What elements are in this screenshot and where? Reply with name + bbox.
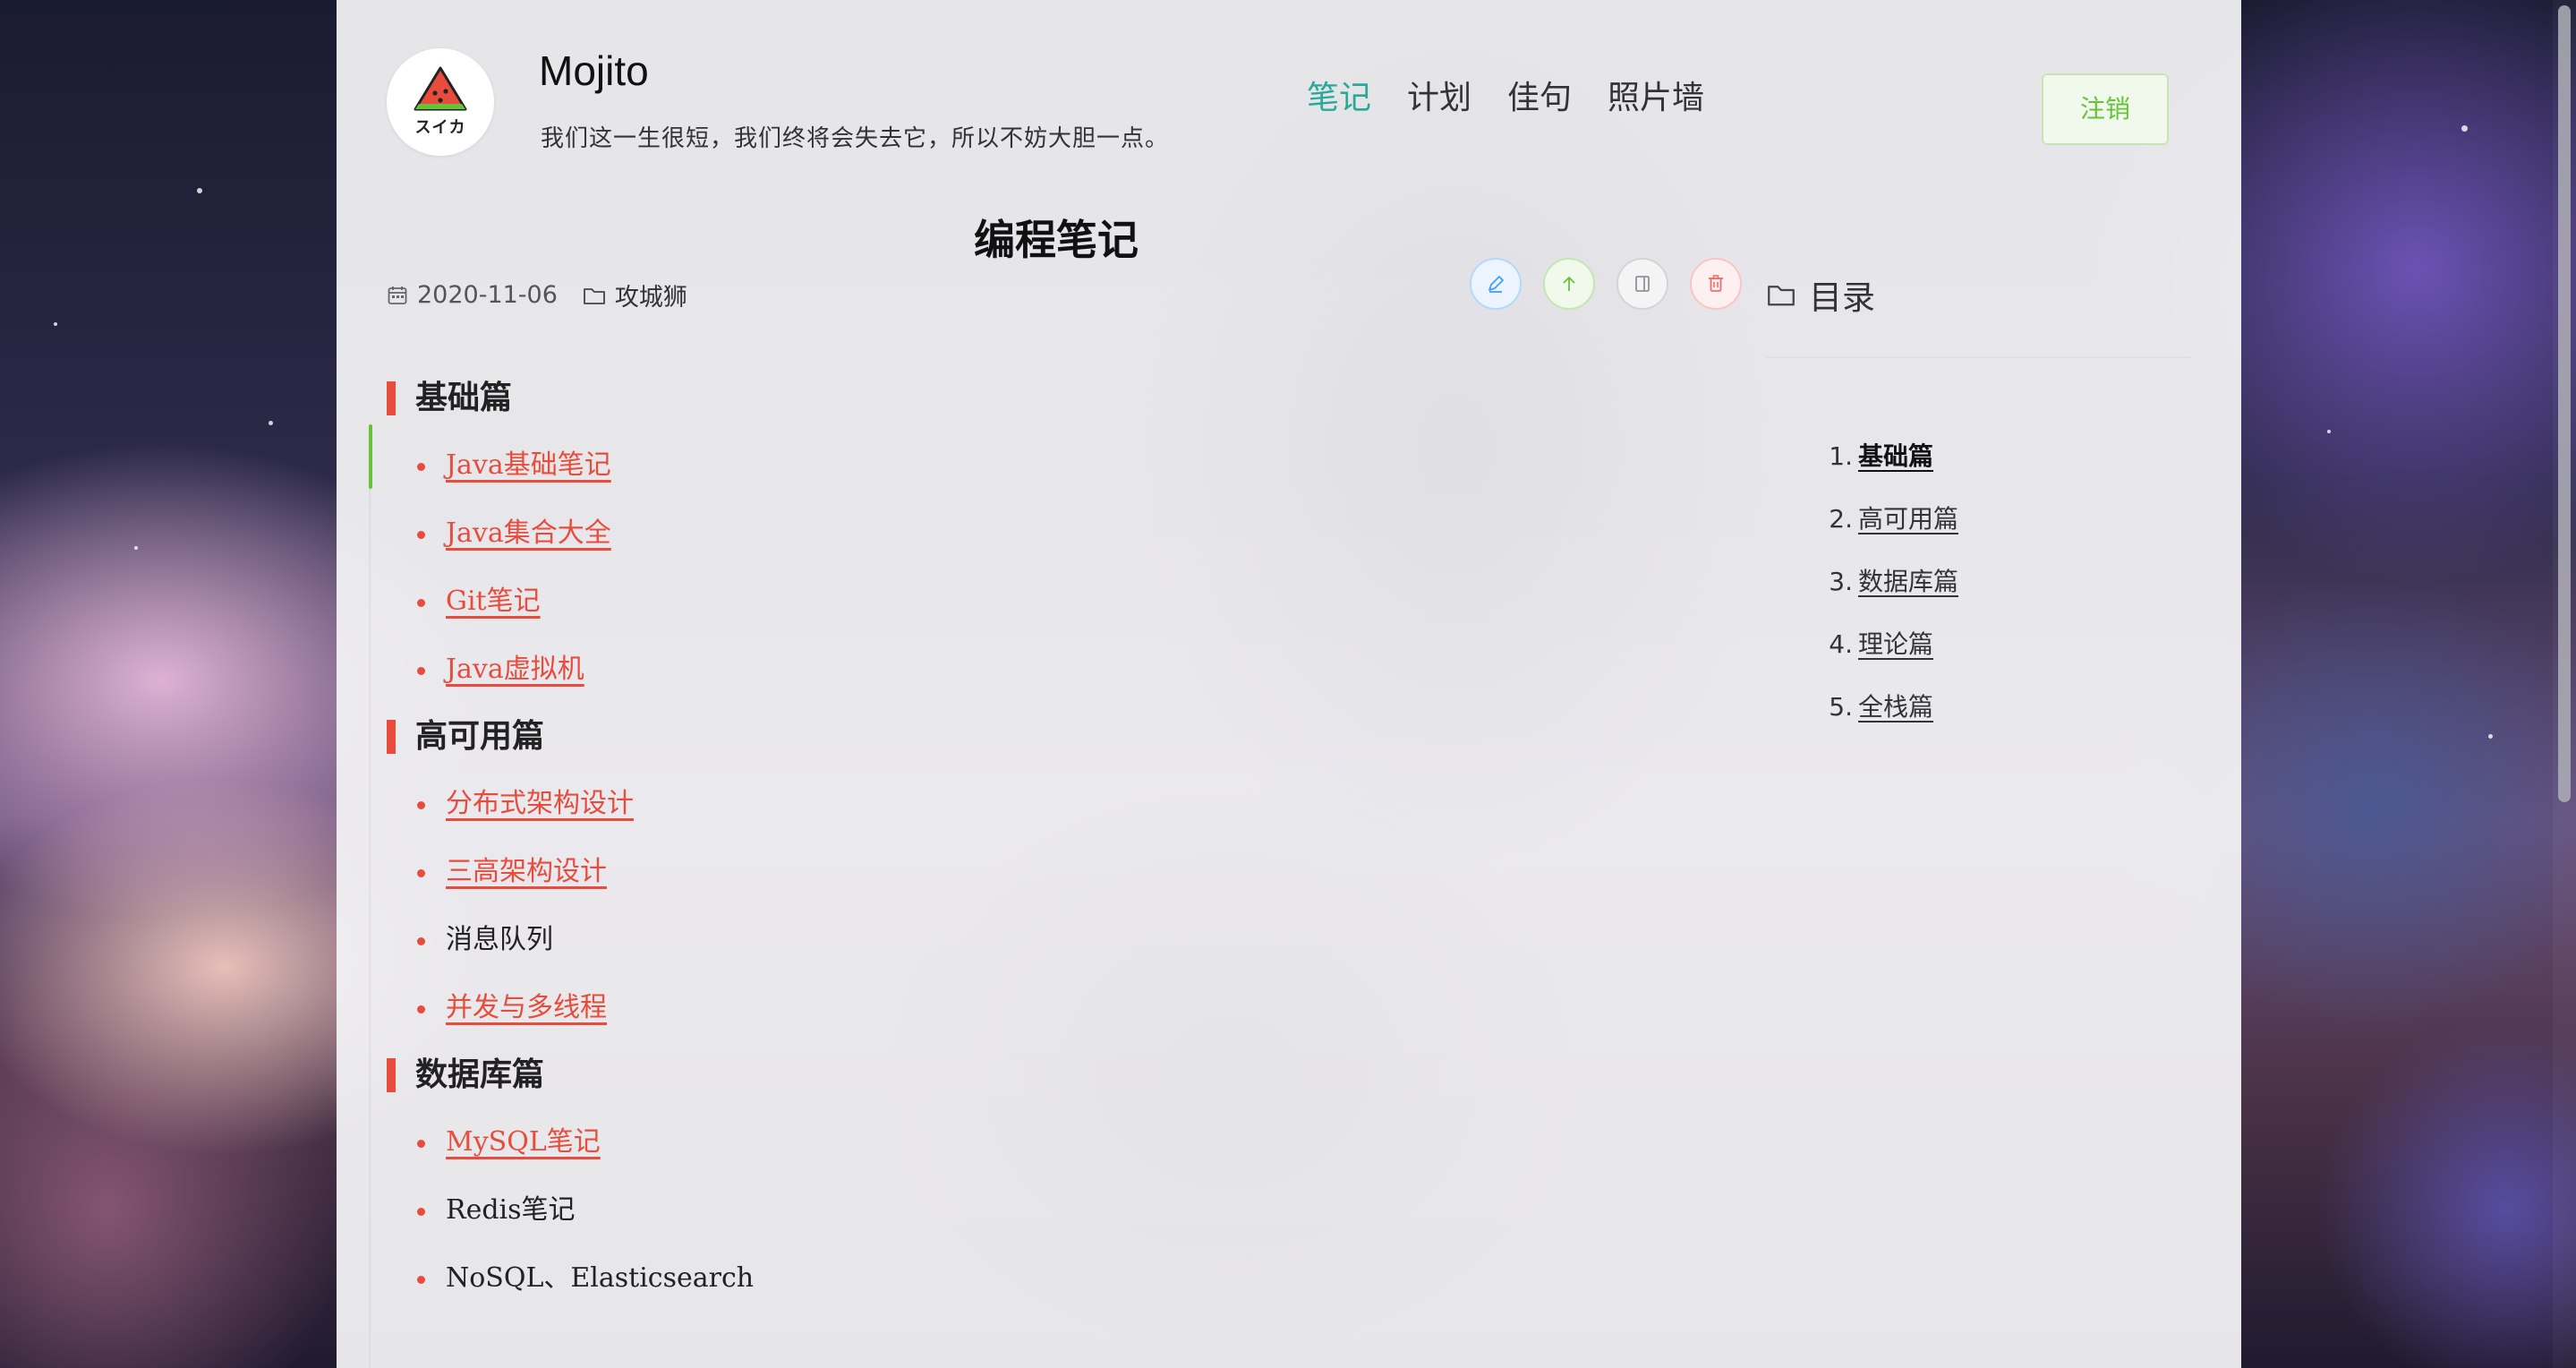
list-item: Java基础笔记 [387, 432, 1371, 500]
list-item: Java集合大全 [387, 500, 1371, 568]
nav-item-photo-wall[interactable]: 照片墙 [1608, 72, 1704, 118]
note-link[interactable]: MySQL笔记 [446, 1126, 601, 1158]
star [134, 546, 138, 550]
toc-item-number: 3. [1829, 567, 1853, 596]
note-link[interactable]: Java集合大全 [446, 517, 611, 549]
list-item: 并发与多线程 [387, 974, 1371, 1042]
move-up-button[interactable] [1543, 258, 1595, 310]
article-title: 编程笔记 [974, 216, 1139, 264]
toc-item-number: 2. [1829, 504, 1853, 534]
nav-item-plans[interactable]: 计划 [1407, 72, 1471, 118]
book-icon [1635, 276, 1650, 292]
note-link[interactable]: 三高架构设计 [446, 856, 607, 887]
note-link[interactable]: 并发与多线程 [446, 992, 607, 1023]
star [2461, 125, 2468, 132]
note-link[interactable]: 分布式架构设计 [446, 788, 634, 819]
toc-link[interactable]: 理论篇 [1858, 629, 1933, 659]
toc-item: 2. 高可用篇 [1822, 485, 1958, 548]
trash-icon [1709, 275, 1723, 292]
star [54, 322, 57, 326]
list-item: 分布式架构设计 [387, 770, 1371, 838]
article-content: 基础篇 Java基础笔记 Java集合大全 Git笔记 Java虚拟机 高可用篇… [387, 376, 1371, 1312]
note-text: Redis笔记 [446, 1194, 576, 1226]
toc-item: 3. 数据库篇 [1822, 548, 1958, 611]
toc-header: 目录 [1766, 270, 1875, 319]
watermelon-icon [414, 66, 467, 111]
star [2327, 430, 2331, 433]
delete-button[interactable] [1690, 258, 1742, 310]
site-tagline: 我们这一生很短，我们终将会失去它，所以不妨大胆一点。 [541, 125, 1170, 152]
star [269, 421, 273, 425]
folder-icon [1768, 286, 1795, 306]
nav-item-notes[interactable]: 笔记 [1307, 72, 1371, 118]
section-heading-high-availability: 高可用篇 [387, 714, 1371, 759]
site-name[interactable]: Mojito [539, 47, 649, 95]
folder-icon [584, 287, 605, 304]
list-item: 消息队列 [387, 906, 1371, 974]
section-heading-basics: 基础篇 [387, 376, 1371, 421]
toc-divider [1766, 356, 2192, 358]
article-actions [1470, 258, 1742, 310]
arrow-up-icon [1563, 276, 1575, 291]
note-link[interactable]: Git笔记 [446, 586, 541, 617]
note-link[interactable]: Java基础笔记 [446, 449, 611, 481]
article-meta: 2020-11-06 攻城狮 [387, 278, 687, 312]
pencil-icon [1488, 276, 1504, 293]
list-item: MySQL笔记 [387, 1108, 1371, 1176]
section-list-database: MySQL笔记 Redis笔记 NoSQL、Elasticsearch [387, 1108, 1371, 1312]
list-item: 三高架构设计 [387, 838, 1371, 906]
toc-link[interactable]: 全栈篇 [1858, 692, 1933, 722]
section-list-high-availability: 分布式架构设计 三高架构设计 消息队列 并发与多线程 [387, 770, 1371, 1042]
list-item: NoSQL、Elasticsearch [387, 1244, 1371, 1312]
main-nav: 笔记 计划 佳句 照片墙 [1307, 72, 1704, 118]
star [197, 188, 202, 193]
toc-item-number: 1. [1829, 441, 1853, 471]
toc-item: 4. 理论篇 [1822, 611, 1958, 673]
toc-link[interactable]: 数据库篇 [1858, 567, 1958, 596]
site-logo[interactable]: スイカ [387, 48, 494, 156]
toc-item-number: 4. [1829, 629, 1853, 659]
list-item: Git笔记 [387, 568, 1371, 636]
toc-item-number: 5. [1829, 692, 1853, 722]
book-button[interactable] [1616, 258, 1668, 310]
toc-link[interactable]: 基础篇 [1858, 441, 1933, 471]
star [2488, 734, 2493, 739]
list-item: Redis笔记 [387, 1176, 1371, 1244]
note-link[interactable]: Java虚拟机 [446, 654, 584, 685]
article-date: 2020-11-06 [417, 281, 558, 309]
logo-text: スイカ [414, 118, 466, 137]
note-text: 消息队列 [446, 924, 553, 955]
toc-list: 1. 基础篇 2. 高可用篇 3. 数据库篇 4. 理论篇 5. 全栈篇 [1822, 423, 1958, 736]
calendar-icon [388, 286, 407, 304]
article-category[interactable]: 攻城狮 [615, 278, 687, 312]
main-panel: スイカ Mojito 我们这一生很短，我们终将会失去它，所以不妨大胆一点。 笔记… [337, 0, 2241, 1368]
toc-item: 5. 全栈篇 [1822, 673, 1958, 736]
nav-item-quotes[interactable]: 佳句 [1507, 72, 1572, 118]
logout-button[interactable]: 注销 [2042, 73, 2169, 145]
section-heading-database: 数据库篇 [387, 1053, 1371, 1098]
edit-button[interactable] [1470, 258, 1522, 310]
page-scrollbar[interactable] [2553, 0, 2576, 1368]
toc-link[interactable]: 高可用篇 [1858, 504, 1958, 534]
scrollbar-thumb[interactable] [2558, 5, 2571, 802]
content-guide-line [369, 424, 371, 1368]
reading-progress-indicator [369, 424, 372, 489]
list-item: Java虚拟机 [387, 636, 1371, 704]
toc-title: 目录 [1809, 278, 1875, 317]
toc-item: 1. 基础篇 [1822, 423, 1958, 485]
section-list-basics: Java基础笔记 Java集合大全 Git笔记 Java虚拟机 [387, 432, 1371, 704]
note-text: NoSQL、Elasticsearch [446, 1262, 755, 1294]
